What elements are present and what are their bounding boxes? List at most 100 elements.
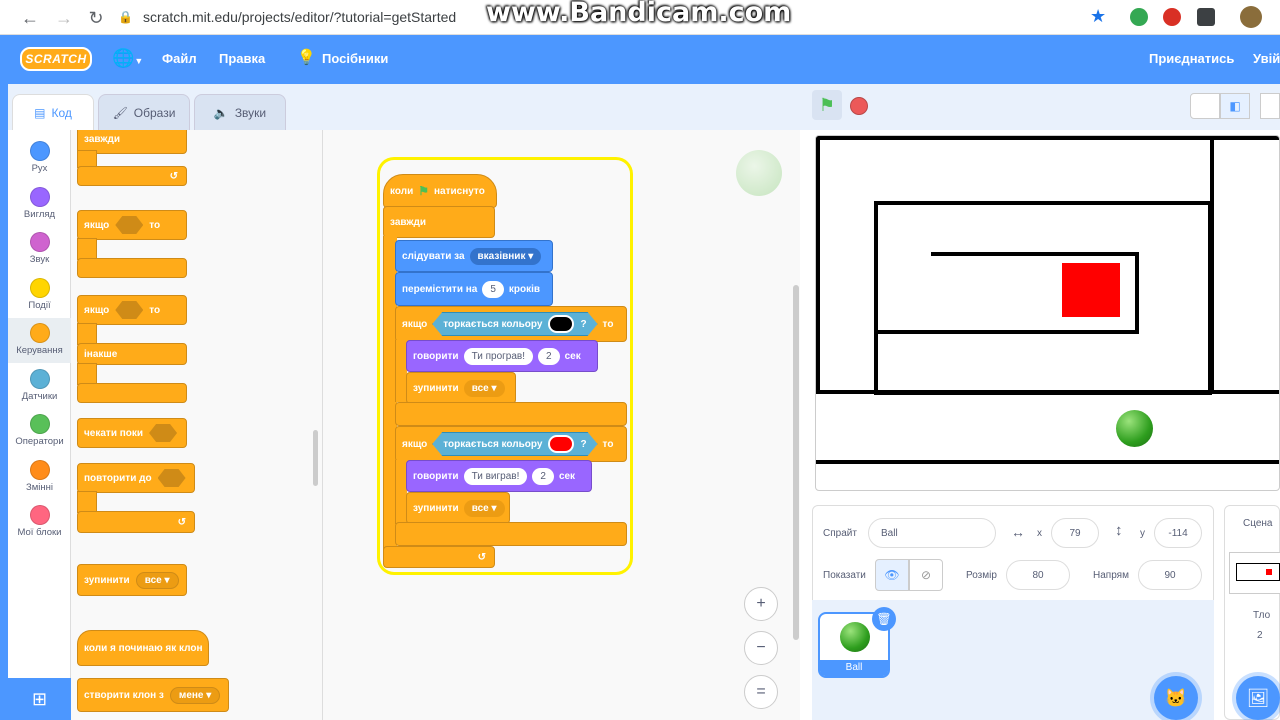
- y-input[interactable]: -114: [1154, 518, 1202, 548]
- palette-scrollbar[interactable]: [313, 430, 318, 486]
- say2-secs-input[interactable]: 2: [532, 467, 554, 485]
- follow-block[interactable]: слідувати за вказівник ▾: [395, 240, 553, 272]
- hide-sprite-button[interactable]: ⊘: [909, 559, 943, 591]
- stop-all-block-2[interactable]: зупинити все ▾: [406, 492, 510, 524]
- palette-wait-until-block[interactable]: чекати поки: [77, 418, 187, 448]
- palette-stop-dropdown[interactable]: все ▾: [135, 571, 179, 589]
- say1-secs-input[interactable]: 2: [538, 347, 560, 365]
- zoom-reset-button[interactable]: =: [744, 675, 778, 709]
- green-flag-button[interactable]: ⚑: [812, 90, 842, 120]
- category-1[interactable]: Вигляд: [8, 182, 71, 227]
- ball-sprite[interactable]: [1116, 410, 1153, 447]
- say-win-block[interactable]: говорити Ти виграв! 2 сек: [406, 460, 592, 492]
- scratch-logo[interactable]: SCRATCH: [20, 47, 92, 71]
- category-2[interactable]: Звук: [8, 227, 71, 272]
- globe-icon[interactable]: 🌐▼: [112, 48, 143, 69]
- x-input[interactable]: 79: [1051, 518, 1099, 548]
- signin-link[interactable]: Увій: [1253, 51, 1280, 66]
- say1-text-input[interactable]: Ти програв!: [463, 347, 534, 365]
- size-input[interactable]: 80: [1006, 560, 1070, 590]
- tab-costumes-label: Образи: [133, 105, 176, 120]
- extension-icon: ⊞: [31, 688, 48, 709]
- empty-condition-slot: [115, 216, 144, 234]
- category-8[interactable]: Мої блоки: [8, 500, 71, 545]
- zoom-out-icon: −: [756, 639, 766, 656]
- extension-dark-icon[interactable]: [1197, 8, 1215, 26]
- profile-avatar[interactable]: [1240, 6, 1262, 28]
- tab-costumes[interactable]: 🖌 Образи: [98, 94, 190, 130]
- palette-if-else-label: якщо: [84, 304, 110, 316]
- stop1-option: все: [471, 382, 489, 394]
- say2-text-input[interactable]: Ти виграв!: [463, 467, 528, 485]
- script-scrollbar[interactable]: [793, 285, 799, 640]
- join-link[interactable]: Приєднатись: [1149, 51, 1234, 66]
- sec2-label: сек: [558, 470, 576, 482]
- stop-all-block-1[interactable]: зупинити все ▾: [406, 372, 516, 404]
- say1-label: говорити: [413, 350, 459, 362]
- palette-create-clone-label: створити клон з: [84, 689, 164, 701]
- if-touching-black-block[interactable]: якщо торкається кольору ? то: [395, 306, 627, 342]
- edit-menu[interactable]: Правка: [219, 51, 265, 66]
- forward-icon[interactable]: →: [52, 6, 76, 30]
- touching-color-red-condition[interactable]: торкається кольору ?: [432, 432, 597, 456]
- tutorials-menu[interactable]: Посібники: [322, 51, 388, 66]
- category-dot-icon: [29, 459, 50, 480]
- color-swatch-black[interactable]: [548, 315, 574, 333]
- palette-create-clone-dropdown[interactable]: мене ▾: [169, 686, 221, 704]
- if2-bottom: [395, 522, 627, 546]
- palette-if-block[interactable]: якщо то: [77, 210, 187, 240]
- category-3[interactable]: Події: [8, 273, 71, 318]
- stage-thumbnail[interactable]: [1229, 552, 1280, 594]
- palette-create-clone-block[interactable]: створити клон з мене ▾: [77, 678, 229, 712]
- reload-icon[interactable]: ↻: [84, 6, 108, 30]
- palette-then2-label: то: [149, 304, 161, 316]
- category-5[interactable]: Датчики: [8, 364, 71, 409]
- stop-button[interactable]: [850, 97, 868, 115]
- extension-red-icon[interactable]: [1163, 8, 1181, 26]
- size-label: Розмір: [966, 570, 997, 581]
- add-extension-button[interactable]: ⊞: [8, 678, 71, 720]
- when-flag-clicked-block[interactable]: коли ⚑ натиснуто: [383, 174, 497, 208]
- back-icon[interactable]: ←: [18, 6, 42, 30]
- show-sprite-button[interactable]: 👁: [875, 559, 909, 591]
- touching-color-black-condition[interactable]: торкається кольору ?: [432, 312, 597, 336]
- palette-when-clone-block[interactable]: коли я починаю як клон: [77, 630, 209, 666]
- file-menu[interactable]: Файл: [162, 51, 197, 66]
- stop2-dropdown[interactable]: все ▾: [463, 499, 505, 517]
- direction-input[interactable]: 90: [1138, 560, 1202, 590]
- fullscreen-button[interactable]: [1260, 93, 1280, 119]
- move-steps-block[interactable]: перемістити на 5 кроків: [395, 272, 553, 306]
- palette-stop-block[interactable]: зупинити все ▾: [77, 564, 187, 596]
- say-lose-block[interactable]: говорити Ти програв! 2 сек: [406, 340, 598, 372]
- zoom-out-button[interactable]: −: [744, 631, 778, 665]
- choose-sprite-button[interactable]: 🐱: [1154, 676, 1198, 720]
- choose-backdrop-button[interactable]: 🖼: [1236, 676, 1280, 720]
- normal-stage-button[interactable]: ◧: [1220, 93, 1250, 119]
- extension-check-icon[interactable]: [1130, 8, 1148, 26]
- color-swatch-red[interactable]: [548, 435, 574, 453]
- bookmark-star-icon[interactable]: ★: [1090, 6, 1106, 27]
- sprite-name-input[interactable]: Ball: [868, 518, 996, 548]
- palette-if-else-block[interactable]: якщо то: [77, 295, 187, 325]
- stage-canvas[interactable]: [815, 135, 1280, 491]
- if-touching-red-block[interactable]: якщо торкається кольору ? то: [395, 426, 627, 462]
- category-6[interactable]: Оператори: [8, 409, 71, 454]
- category-7[interactable]: Змінні: [8, 455, 71, 500]
- palette-repeat-arm: [77, 491, 97, 513]
- tab-code[interactable]: ▤ Код: [12, 94, 94, 130]
- forever-label: завжди: [390, 216, 427, 228]
- stop1-dropdown[interactable]: все ▾: [463, 379, 505, 397]
- forever-block[interactable]: завжди: [383, 206, 495, 238]
- palette-repeat-until-block[interactable]: повторити до: [77, 463, 195, 493]
- delete-sprite-button[interactable]: 🗑: [872, 607, 896, 631]
- tab-sounds[interactable]: 🔈 Звуки: [194, 94, 286, 130]
- move-steps-input[interactable]: 5: [482, 280, 504, 298]
- follow-dropdown[interactable]: вказівник ▾: [469, 247, 542, 265]
- small-stage-button[interactable]: [1190, 93, 1220, 119]
- ball-thumb-icon: [840, 622, 870, 652]
- y-label: y: [1140, 528, 1145, 539]
- category-dot-icon: [29, 232, 50, 252]
- zoom-in-button[interactable]: +: [744, 587, 778, 621]
- category-4[interactable]: Керування: [8, 318, 71, 363]
- category-0[interactable]: Рух: [8, 136, 71, 181]
